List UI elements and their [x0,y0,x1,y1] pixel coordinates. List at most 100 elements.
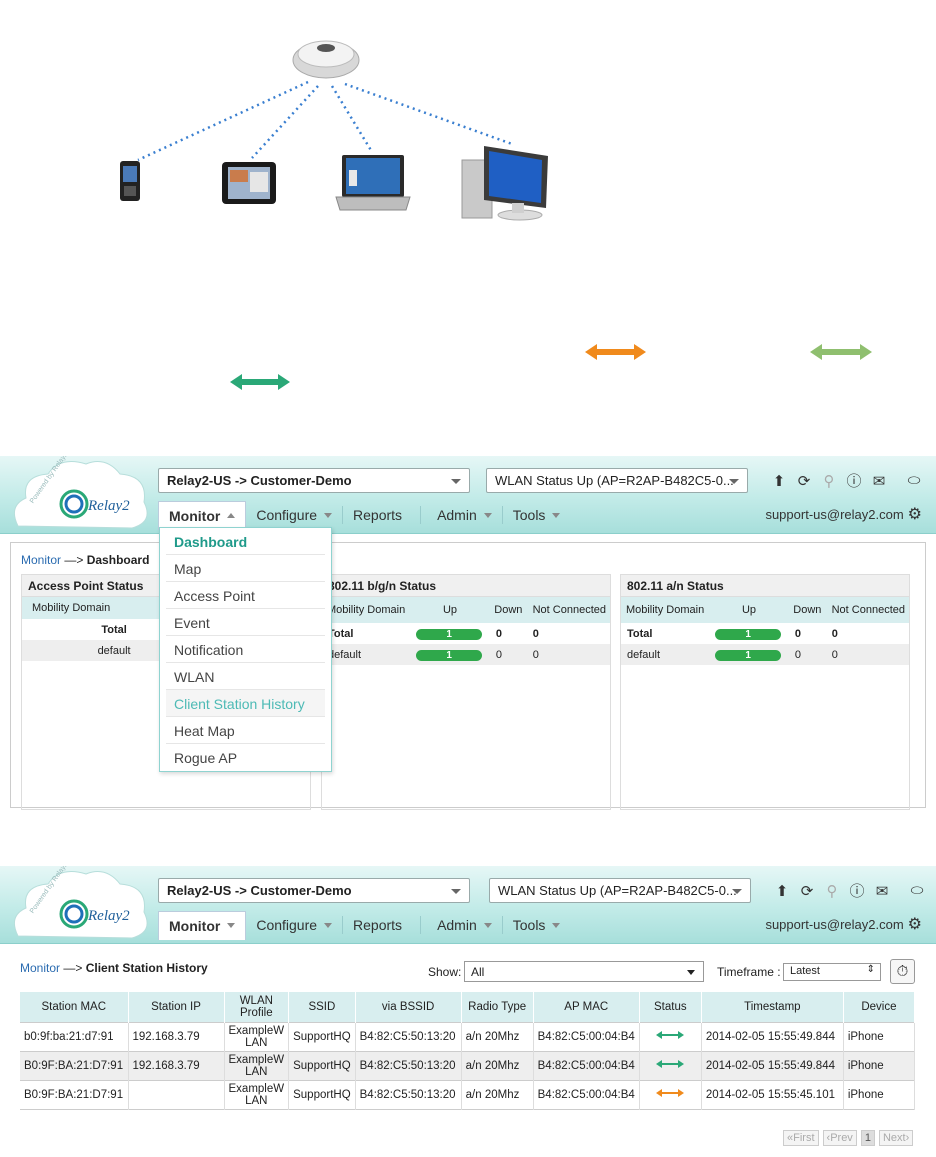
col-status[interactable]: Status [639,992,702,1022]
col-device[interactable]: Device [843,992,916,1022]
smartphone-icon [120,161,140,201]
col-up[interactable]: Up [410,597,490,623]
breadcrumb: Monitor —> Dashboard [21,553,149,567]
timeframe-select[interactable]: Latest ⇕ [783,963,881,981]
an-status-title: 802.11 a/n Status [621,575,909,597]
menu-item-dashboard[interactable]: Dashboard [166,528,325,555]
nav-configure[interactable]: Configure [246,501,342,529]
breadcrumb-monitor-link[interactable]: Monitor [21,553,61,567]
main-nav: Monitor Configure Reports Admin Tools [158,500,570,530]
client-history-table: Station MAC Station IP WLAN Profile SSID… [20,992,916,1110]
col-via-bssid[interactable]: via BSSID [355,992,462,1022]
breadcrumb-arrow: —> [63,961,83,975]
gear-icon[interactable]: ⚙ [908,914,922,934]
search-icon[interactable]: ⚲ [823,882,841,900]
table-row[interactable]: b0:9f:ba:21:d7:91 192.168.3.79 ExampleW … [20,1022,916,1051]
col-mobility-domain[interactable]: Mobility Domain [621,597,710,623]
brand-name: Relay2 [87,908,130,924]
nav-admin[interactable]: Admin [427,911,502,939]
table-row: default 1 0 0 [621,644,909,665]
menu-item-map[interactable]: Map [166,555,325,582]
access-point-icon [292,40,360,79]
menu-item-access-point[interactable]: Access Point [166,582,325,609]
org-select[interactable]: Relay2-US -> Customer-Demo [158,878,470,903]
chevron-down-icon [483,922,492,928]
wireless-links [137,80,513,162]
breadcrumb: Monitor —> Client Station History [20,961,208,975]
breadcrumb-monitor-link[interactable]: Monitor [20,961,60,975]
nav-tools[interactable]: Tools [503,911,571,939]
col-ap-mac[interactable]: AP MAC [533,992,640,1022]
col-station-ip[interactable]: Station IP [128,992,225,1022]
table-row: Total 1 0 0 [627,627,838,640]
menu-item-event[interactable]: Event [166,609,325,636]
upload-icon[interactable]: ⬆ [773,882,791,900]
search-icon[interactable]: ⚲ [820,472,838,490]
support-email-text: support-us@relay2.com [765,506,904,522]
menu-item-heat-map[interactable]: Heat Map [166,717,325,744]
col-not-connected[interactable]: Not Connected [526,597,610,623]
help-icon[interactable]: ⓘ [845,470,863,491]
auto-refresh-timer-icon[interactable]: ⏱ [890,959,915,984]
mail-icon[interactable]: ✉ [870,472,888,490]
relay2-logo: Relay2 Powered by Relay2 [13,866,148,939]
wlan-status-value: WLAN Status Up (AP=R2AP-B482C5-0... [498,883,737,898]
chevron-up-icon [227,513,236,518]
support-email[interactable]: support-us@relay2.com ⚙ [765,914,922,934]
wlan-status-select[interactable]: WLAN Status Up (AP=R2AP-B482C5-0... [489,878,751,903]
nav-tools[interactable]: Tools [503,501,571,529]
show-filter-value: All [471,965,485,979]
bgn-status-title: 802.11 b/g/n Status [322,575,610,597]
chevron-down-icon [483,512,492,518]
device-icon[interactable]: ⬭ [905,472,923,489]
wlan-status-select[interactable]: WLAN Status Up (AP=R2AP-B482C5-0... [486,468,748,493]
col-not-connected[interactable]: Not Connected [825,597,909,623]
desktop-computer-icon [461,146,548,221]
nav-admin[interactable]: Admin [427,501,502,529]
org-select[interactable]: Relay2-US -> Customer-Demo [158,468,470,493]
refresh-icon[interactable]: ⟳ [798,882,816,900]
col-down[interactable]: Down [489,597,527,623]
nav-monitor[interactable]: Monitor [158,910,247,940]
prev-page-button[interactable]: ‹Prev [822,1130,857,1146]
mail-icon[interactable]: ✉ [873,882,891,900]
col-up[interactable]: Up [709,597,789,623]
support-email[interactable]: support-us@relay2.com ⚙ [765,504,922,524]
nav-reports[interactable]: Reports [343,501,412,529]
breadcrumb-arrow: —> [64,553,84,567]
help-icon[interactable]: ⓘ [848,880,866,901]
chevron-down-icon [552,512,561,518]
col-down[interactable]: Down [788,597,826,623]
green-double-arrow-icon [230,374,290,390]
refresh-icon[interactable]: ⟳ [795,472,813,490]
nav-configure[interactable]: Configure [246,911,342,939]
status-connected-icon [639,1022,702,1051]
col-ssid[interactable]: SSID [288,992,356,1022]
upload-icon[interactable]: ⬆ [770,472,788,490]
menu-item-rogue-ap[interactable]: Rogue AP [166,744,325,771]
col-wlan-profile[interactable]: WLAN Profile [224,992,290,1022]
menu-item-client-station-history[interactable]: Client Station History [166,690,325,717]
menu-item-notification[interactable]: Notification [166,636,325,663]
menu-item-wlan[interactable]: WLAN [166,663,325,690]
table-row[interactable]: B0:9F:BA:21:D7:91 ExampleW LAN SupportHQ… [20,1080,916,1109]
col-radio-type[interactable]: Radio Type [461,992,534,1022]
toolbar-icons: ⬆ ⟳ ⚲ ⓘ ✉ ⬭ [773,880,926,901]
timeframe-label: Timeframe : [717,965,781,979]
device-icon[interactable]: ⬭ [908,882,926,899]
bgn-status-panel: 802.11 b/g/n Status Mobility Domain Up D… [321,574,611,810]
nav-monitor[interactable]: Monitor [158,500,247,530]
chevron-down-icon [324,512,333,518]
gear-icon[interactable]: ⚙ [908,504,922,524]
chevron-down-icon [227,923,236,928]
col-timestamp[interactable]: Timestamp [701,992,844,1022]
show-filter-select[interactable]: All [464,961,704,982]
support-email-text: support-us@relay2.com [765,916,904,932]
first-page-button[interactable]: «First [783,1130,819,1146]
col-mobility-domain[interactable]: Mobility Domain [322,597,411,623]
nav-reports[interactable]: Reports [343,911,412,939]
page-number[interactable]: 1 [860,1130,875,1146]
table-row[interactable]: B0:9F:BA:21:D7:91 192.168.3.79 ExampleW … [20,1051,916,1080]
next-page-button[interactable]: Next› [878,1130,914,1146]
col-station-mac[interactable]: Station MAC [20,992,129,1022]
